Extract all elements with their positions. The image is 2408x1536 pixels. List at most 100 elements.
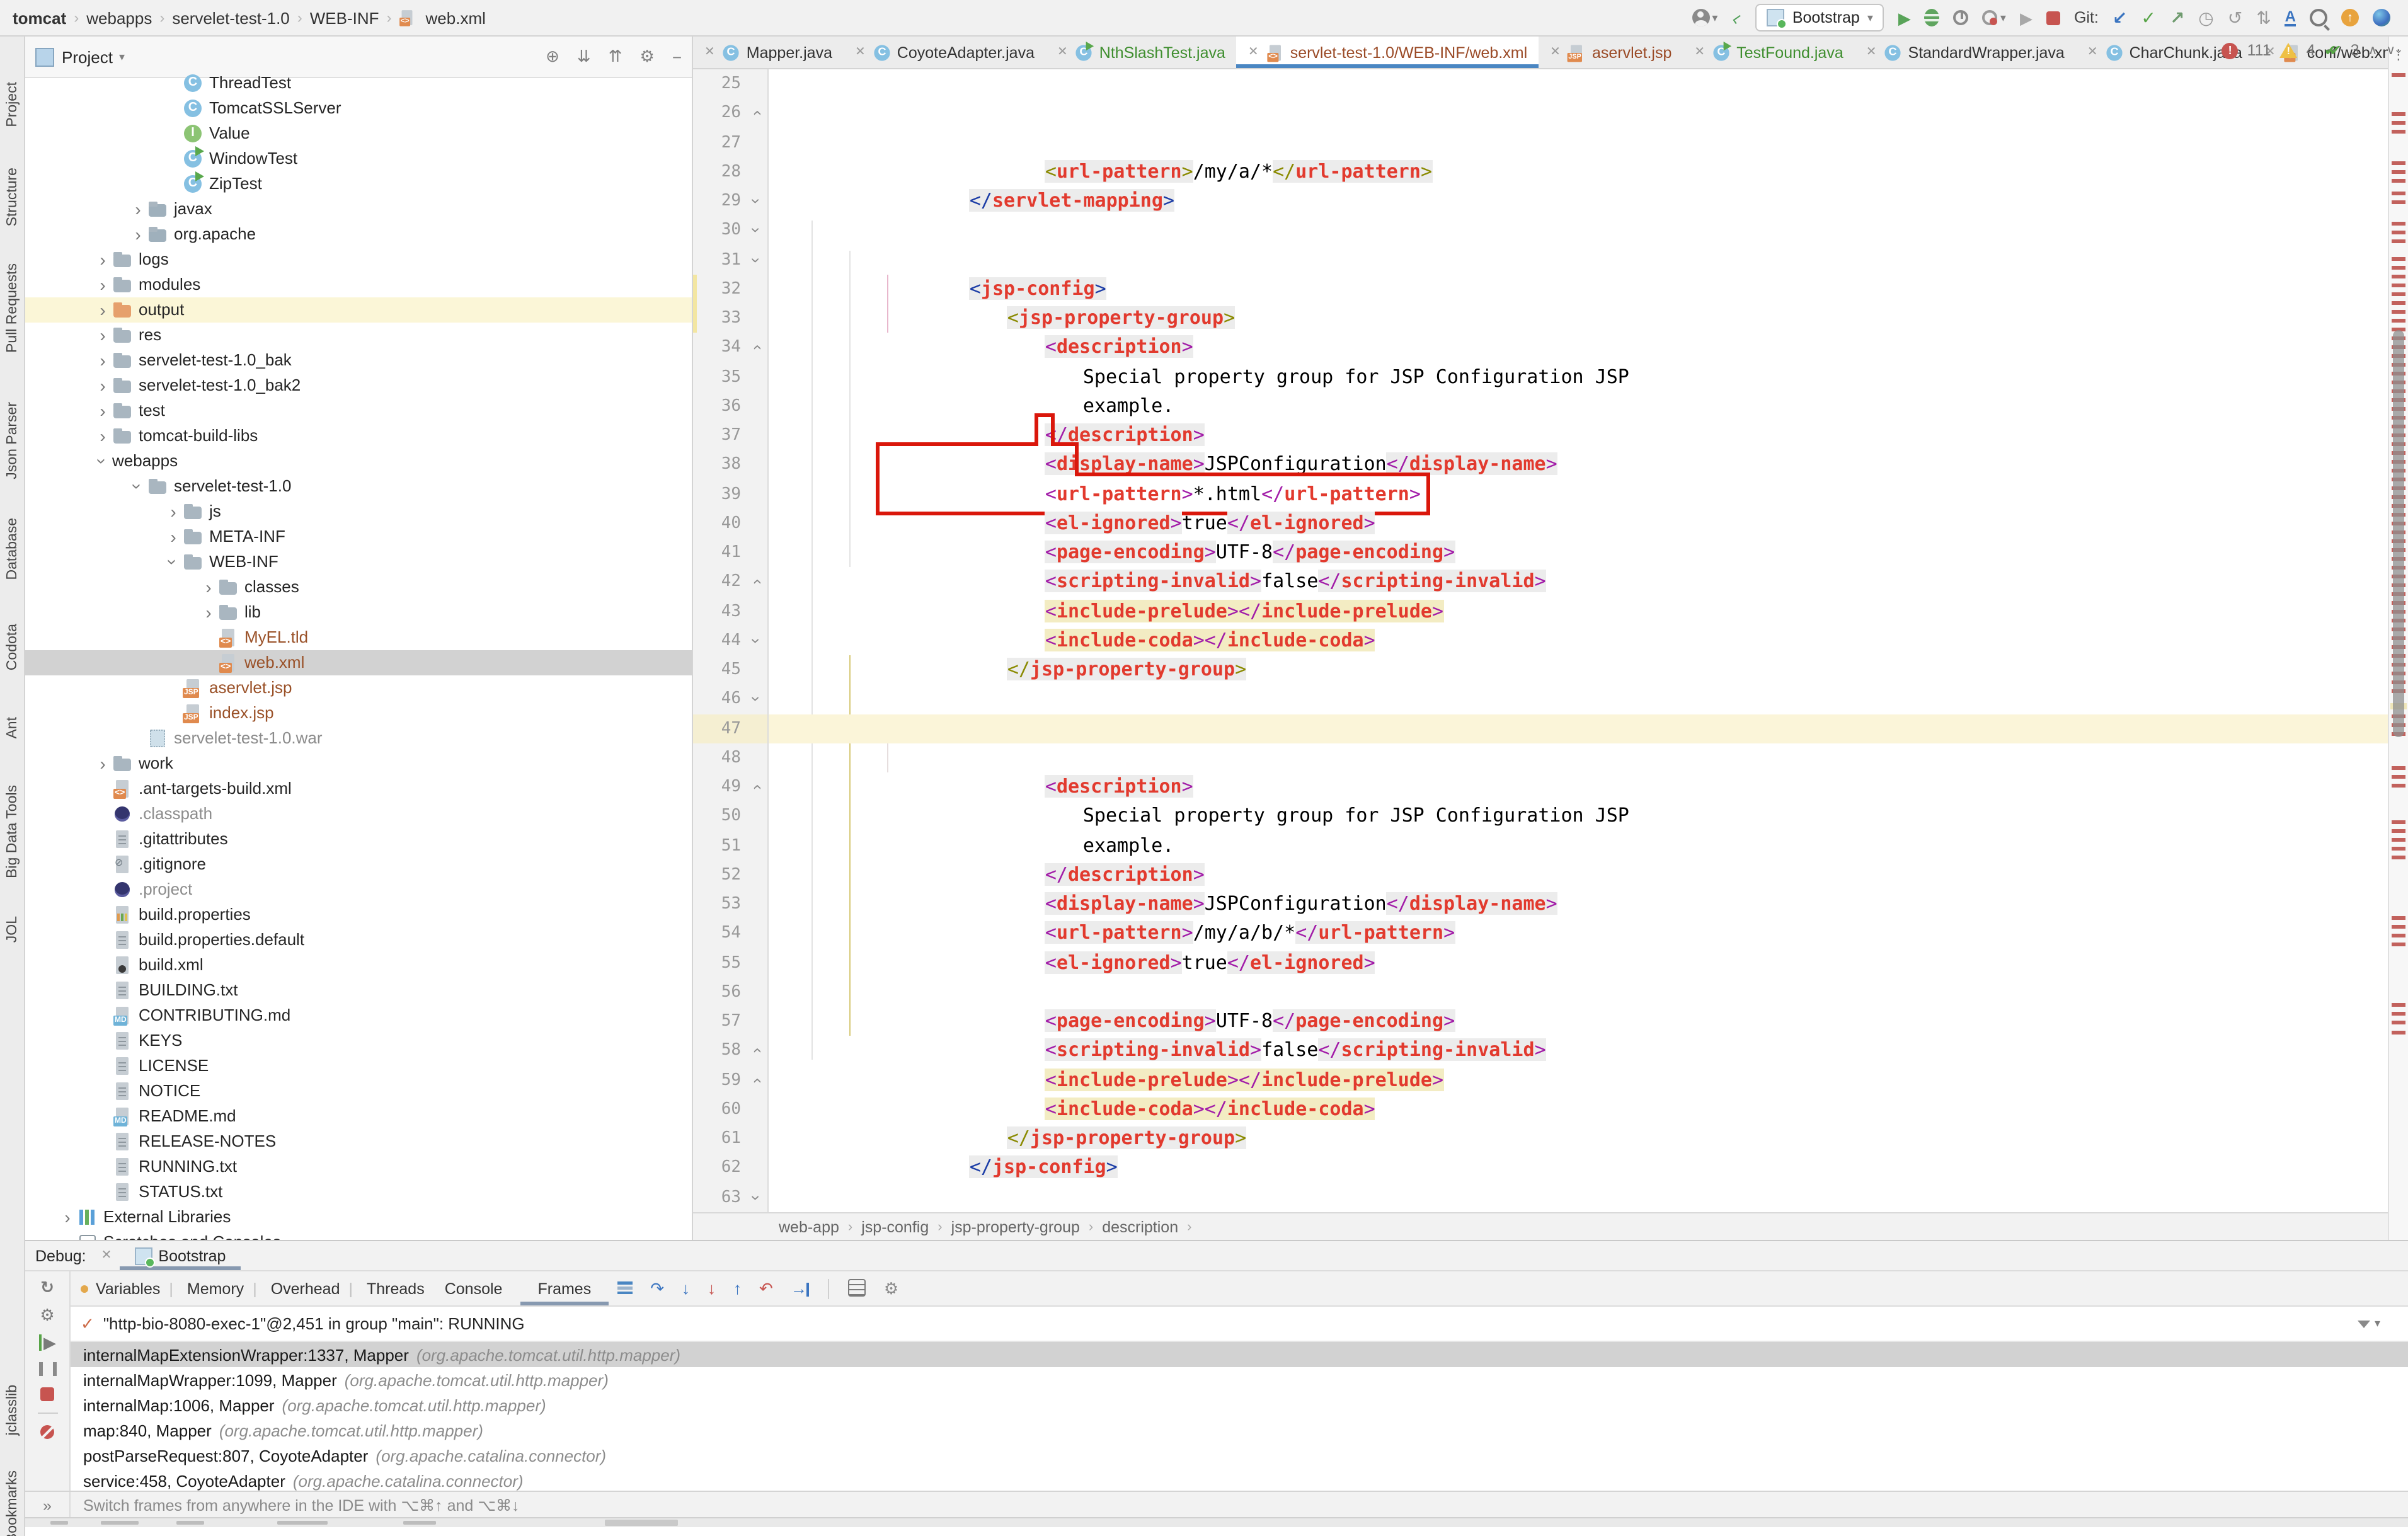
tree-row[interactable]: web.xml xyxy=(25,650,692,675)
breadcrumb-item[interactable]: tomcat xyxy=(10,8,69,27)
gradle-sphere-icon[interactable] xyxy=(2373,9,2390,26)
tree-row[interactable]: org.apache xyxy=(25,222,692,247)
code-line[interactable]: 56 <include-prelude></include-prelude> xyxy=(693,978,2388,1007)
pause-button[interactable] xyxy=(38,1362,56,1376)
error-stripe-mark[interactable] xyxy=(2392,766,2405,769)
tree-row[interactable]: BUILDING.txt xyxy=(25,978,692,1003)
error-stripe-mark[interactable] xyxy=(2392,856,2405,859)
breadcrumb-file[interactable]: web.xml xyxy=(423,8,486,27)
tool-window-button[interactable]: Big Data Tools xyxy=(0,785,25,878)
editor-tab[interactable]: ✕ servlet-test-1.0/WEB-INF/web.xml xyxy=(1237,37,1539,68)
error-stripe-mark[interactable] xyxy=(2392,179,2405,182)
fold-marker-icon[interactable] xyxy=(746,538,769,568)
fold-marker-icon[interactable] xyxy=(746,714,769,743)
close-icon[interactable]: ✕ xyxy=(1248,45,1259,59)
error-stripe-mark[interactable] xyxy=(2392,161,2405,164)
debug-button[interactable] xyxy=(1925,9,1940,26)
code-line[interactable]: 25 <url-pattern>/my/a/*</url-pattern> xyxy=(693,69,2388,99)
step-over-icon[interactable]: ↷ xyxy=(650,1280,664,1297)
tree-row[interactable]: Scratches and Consoles xyxy=(25,1230,692,1240)
tree-row[interactable]: servelet-test-1.0_bak2 xyxy=(25,373,692,398)
tree-chevron-icon[interactable] xyxy=(199,604,218,621)
stop-button[interactable] xyxy=(40,1387,54,1401)
code-line[interactable]: 46 <description> xyxy=(693,685,2388,714)
run-to-cursor-icon[interactable]: → xyxy=(791,1280,810,1297)
close-icon[interactable]: ✕ xyxy=(94,1249,120,1263)
build-hammer-icon[interactable]: ⌐ xyxy=(1728,8,1746,28)
code-line[interactable]: 39 <scripting-invalid>false</scripting-i… xyxy=(693,479,2388,509)
tree-chevron-icon[interactable] xyxy=(93,352,112,369)
error-stripe-mark[interactable] xyxy=(2392,784,2405,787)
tree-row[interactable]: .project xyxy=(25,877,692,902)
code-line[interactable]: 27 xyxy=(693,128,2388,158)
git-commit-button[interactable]: ✓ xyxy=(2141,9,2155,26)
drop-frame-icon[interactable]: ↶ xyxy=(759,1280,773,1297)
error-stripe-mark[interactable] xyxy=(2392,73,2405,76)
close-icon[interactable]: ✕ xyxy=(1550,45,1561,59)
error-stripe-mark[interactable] xyxy=(2392,916,2405,919)
error-stripe-mark[interactable] xyxy=(2392,130,2405,133)
error-stripe-mark[interactable] xyxy=(2392,112,2405,115)
close-icon[interactable]: ✕ xyxy=(704,45,715,59)
editor-tab[interactable]: ✕ StandardWrapper.java xyxy=(1855,37,2076,68)
collapse-all-button[interactable]: ⇈ xyxy=(609,47,622,67)
code-line[interactable]: 36 <url-pattern>*.html</url-pattern> xyxy=(693,392,2388,421)
debug-session-tab[interactable]: Bootstrap xyxy=(119,1241,241,1270)
tree-row[interactable]: .classpath xyxy=(25,801,692,827)
fold-marker-icon[interactable] xyxy=(746,948,769,978)
tree-row[interactable]: CONTRIBUTING.md xyxy=(25,1003,692,1028)
error-stripe-mark[interactable] xyxy=(2392,266,2405,269)
tree-row[interactable]: work xyxy=(25,751,692,776)
code-line[interactable]: 34 </description> xyxy=(693,333,2388,363)
tree-row[interactable]: .gitignore xyxy=(25,852,692,877)
step-into-icon[interactable]: ↓ xyxy=(682,1280,690,1297)
tree-row[interactable]: aservlet.jsp xyxy=(25,675,692,701)
code-line[interactable]: 48 example. xyxy=(693,743,2388,773)
code-line[interactable]: 45 xyxy=(693,655,2388,685)
code-line[interactable]: 43 xyxy=(693,597,2388,626)
code-line[interactable]: 31 <description> xyxy=(693,245,2388,275)
tab-console[interactable]: Console xyxy=(427,1271,520,1305)
tool-window-button[interactable]: Bookmarks xyxy=(0,1470,25,1536)
code-line[interactable]: 42 </jsp-property-group> xyxy=(693,568,2388,597)
code-line[interactable]: 49 </description> xyxy=(693,772,2388,802)
error-stripe-mark[interactable] xyxy=(2392,319,2405,322)
wrench-icon[interactable]: ⚙ xyxy=(40,1307,54,1323)
tree-row[interactable]: MyEL.tld xyxy=(25,625,692,650)
fold-marker-icon[interactable] xyxy=(746,861,769,890)
fold-marker-icon[interactable] xyxy=(746,597,769,626)
debug-view-tab[interactable]: Overhead xyxy=(268,1280,364,1297)
evaluate-expression-icon[interactable] xyxy=(849,1278,866,1298)
error-stripe-mark[interactable] xyxy=(2392,231,2405,234)
tree-row[interactable]: servelet-test-1.0.war xyxy=(25,726,692,751)
tree-chevron-icon[interactable] xyxy=(164,553,183,571)
fold-marker-icon[interactable] xyxy=(746,216,769,246)
tree-row[interactable]: javax xyxy=(25,197,692,222)
debug-view-tab[interactable]: Variables xyxy=(93,1280,185,1297)
error-stripe-mark[interactable] xyxy=(2392,192,2405,195)
stack-frame-row[interactable]: internalMapWrapper:1099, Mapper (org.apa… xyxy=(71,1367,2408,1392)
stack-frame-row[interactable]: internalMap:1006, Mapper (org.apache.tom… xyxy=(71,1392,2408,1418)
compare-branches-icon[interactable]: ⇅ xyxy=(2256,9,2271,26)
tree-row[interactable]: webapps xyxy=(25,449,692,474)
fold-marker-icon[interactable] xyxy=(746,1036,769,1066)
fold-marker-icon[interactable] xyxy=(746,743,769,773)
force-step-into-icon[interactable]: ↓ xyxy=(708,1280,716,1297)
code-line[interactable]: 37 <el-ignored>true</el-ignored> xyxy=(693,421,2388,450)
error-stripe-mark[interactable] xyxy=(2392,943,2405,946)
fold-marker-icon[interactable] xyxy=(746,450,769,480)
breadcrumb-item[interactable]: servelet-test-1.0 xyxy=(169,8,292,27)
tree-row[interactable]: STATUS.txt xyxy=(25,1179,692,1205)
code-line[interactable]: 62 xyxy=(693,1154,2388,1183)
code-line[interactable]: 33 example. xyxy=(693,304,2388,333)
tool-window-button[interactable]: Structure xyxy=(0,168,25,226)
error-stripe-mark[interactable] xyxy=(2392,200,2405,203)
translate-icon[interactable]: A xyxy=(2285,9,2296,26)
error-stripe-mark[interactable] xyxy=(2392,934,2405,937)
tree-chevron-icon[interactable] xyxy=(93,326,112,344)
tree-row[interactable]: tomcat-build-libs xyxy=(25,423,692,449)
code-line[interactable]: 55 <scripting-invalid>false</scripting-i… xyxy=(693,948,2388,978)
tree-row[interactable]: .ant-targets-build.xml xyxy=(25,776,692,801)
stop-button[interactable] xyxy=(2046,11,2060,25)
tree-chevron-icon[interactable] xyxy=(93,452,112,470)
